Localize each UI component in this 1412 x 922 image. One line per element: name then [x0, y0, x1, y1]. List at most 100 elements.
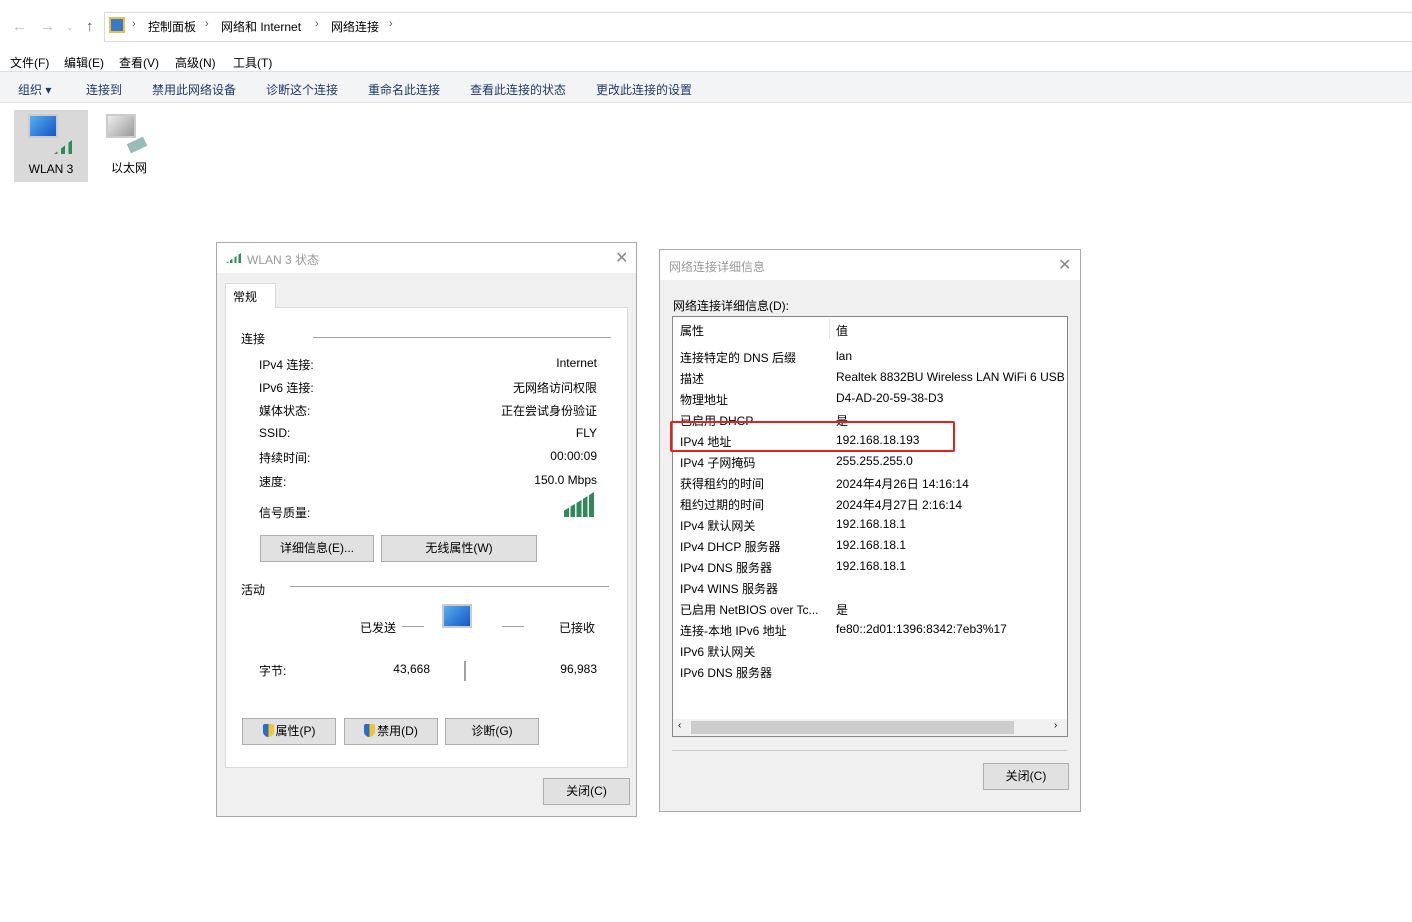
- connection-header: 连接: [241, 332, 266, 346]
- general-panel: 连接 IPv4 连接: Internet IPv6 连接: 无网络访问权限 媒体状态…: [225, 307, 628, 768]
- column-header-property[interactable]: 属性: [680, 322, 704, 339]
- signal-icon: [54, 140, 72, 154]
- column-header-value[interactable]: 值: [836, 322, 848, 339]
- property-value: fe80::2d01:1396:8342:7eb3%17: [836, 622, 1007, 636]
- menu-advanced[interactable]: 高级(N): [175, 54, 216, 71]
- received-label: 已接收: [559, 621, 596, 635]
- recent-dropdown-icon[interactable]: ⌄: [66, 22, 74, 33]
- menu-file[interactable]: 文件(F): [10, 54, 49, 71]
- property-name: IPv4 WINS 服务器: [680, 582, 779, 596]
- property-value: 2024年4月27日 2:16:14: [836, 498, 963, 512]
- list-item[interactable]: IPv4 子网掩码 255.255.255.0: [673, 451, 1067, 472]
- menu-tools[interactable]: 工具(T): [233, 54, 272, 71]
- property-value: 192.168.18.1: [836, 559, 907, 573]
- ethernet-cable-icon: [126, 136, 148, 154]
- list-item[interactable]: IPv6 默认网关: [673, 640, 1067, 661]
- bytes-received: 96,983: [560, 662, 597, 676]
- dialog-title: WLAN 3 状态: [247, 253, 320, 267]
- signal-quality-icon: [564, 492, 594, 517]
- tab-general[interactable]: 常规: [225, 283, 276, 308]
- details-close-button[interactable]: 关闭(C): [983, 763, 1069, 790]
- organize-button[interactable]: 组织 ▾: [18, 81, 51, 98]
- scrollbar-thumb[interactable]: [691, 721, 1014, 734]
- disable-button[interactable]: 禁用(D): [344, 718, 438, 745]
- list-item[interactable]: 描述 Realtek 8832BU Wireless LAN WiFi 6 USB…: [673, 367, 1068, 388]
- uac-shield-icon: [262, 724, 274, 737]
- menu-view[interactable]: 查看(V): [119, 54, 159, 71]
- property-value: 192.168.18.1: [836, 517, 907, 531]
- disable-device-button[interactable]: 禁用此网络设备: [152, 81, 236, 98]
- details-button[interactable]: 详细信息(E)...: [260, 535, 374, 562]
- property-name: 连接特定的 DNS 后缀: [680, 351, 797, 365]
- list-item[interactable]: IPv6 DNS 服务器: [673, 661, 1067, 682]
- change-settings-button[interactable]: 更改此连接的设置: [596, 81, 692, 98]
- property-name: IPv4 默认网关: [680, 519, 756, 533]
- uac-shield-icon: [364, 724, 376, 737]
- computer-icon: [106, 114, 136, 138]
- rename-button[interactable]: 重命名此连接: [368, 81, 440, 98]
- up-icon[interactable]: ↑: [86, 18, 94, 35]
- property-value: Realtek 8832BU Wireless LAN WiFi 6 USB N…: [836, 370, 1068, 384]
- horizontal-scrollbar[interactable]: ‹ ›: [673, 719, 1067, 736]
- wlan-status-dialog: WLAN 3 状态 ✕ 常规 连接 IPv4 连接: Internet IPv6 …: [216, 242, 637, 817]
- adapter-wlan3[interactable]: WLAN 3: [14, 110, 88, 182]
- list-header: 属性 值: [673, 317, 1067, 341]
- bytes-sent: 43,668: [393, 662, 430, 676]
- list-item[interactable]: 物理地址 D4-AD-20-59-38-D3: [673, 388, 1067, 409]
- wireless-properties-button[interactable]: 无线属性(W): [381, 535, 537, 562]
- tab-label: 常规: [233, 290, 258, 304]
- list-item[interactable]: IPv4 默认网关 192.168.18.1: [673, 514, 1067, 535]
- adapter-label: WLAN 3: [28, 162, 74, 176]
- property-name: IPv6 DNS 服务器: [680, 666, 773, 680]
- property-name: 租约过期的时间: [680, 498, 765, 512]
- ipv4-highlight-box: [670, 421, 955, 452]
- activity-header: 活动: [241, 583, 266, 597]
- list-item[interactable]: IPv4 WINS 服务器: [673, 577, 1067, 598]
- sent-label: 已发送: [360, 621, 397, 635]
- scroll-right-icon[interactable]: ›: [1054, 720, 1057, 731]
- menu-edit[interactable]: 编辑(E): [64, 54, 104, 71]
- computer-icon: [28, 114, 58, 138]
- breadcrumb-control-panel[interactable]: 控制面板: [148, 18, 196, 35]
- property-name: 已启用 NetBIOS over Tc...: [680, 603, 819, 617]
- breadcrumb-network-connections[interactable]: 网络连接: [331, 18, 379, 35]
- property-name: IPv4 DNS 服务器: [680, 561, 773, 575]
- list-item[interactable]: IPv4 DHCP 服务器 192.168.18.1: [673, 535, 1067, 556]
- property-value: 是: [836, 603, 849, 617]
- property-name: 获得租约的时间: [680, 477, 765, 491]
- property-name: IPv4 DHCP 服务器: [680, 540, 781, 554]
- list-item[interactable]: 已启用 NetBIOS over Tc... 是: [673, 598, 1067, 619]
- control-panel-icon: [109, 17, 125, 33]
- adapter-ethernet[interactable]: 以太网: [92, 110, 166, 182]
- list-item[interactable]: 获得租约的时间 2024年4月26日 14:16:14: [673, 472, 1067, 493]
- list-label: 网络连接详细信息(D):: [673, 299, 789, 313]
- property-value: 255.255.255.0: [836, 454, 913, 468]
- view-status-button[interactable]: 查看此连接的状态: [470, 81, 566, 98]
- list-item[interactable]: IPv4 DNS 服务器 192.168.18.1: [673, 556, 1067, 577]
- properties-button[interactable]: 属性(P): [242, 718, 336, 745]
- list-item[interactable]: 连接-本地 IPv6 地址 fe80::2d01:1396:8342:7eb3%1…: [673, 619, 1067, 640]
- network-computers-icon: [442, 604, 472, 628]
- breadcrumb-network-internet[interactable]: 网络和 Internet: [221, 18, 301, 35]
- back-icon[interactable]: ←: [12, 18, 27, 35]
- diagnose-button[interactable]: 诊断(G): [445, 718, 539, 745]
- list-item[interactable]: 租约过期的时间 2024年4月27日 2:16:14: [673, 493, 1067, 514]
- property-name: 物理地址: [680, 393, 729, 407]
- diagnose-button[interactable]: 诊断这个连接: [266, 81, 338, 98]
- command-bar: 组织 ▾ 连接到 禁用此网络设备 诊断这个连接 重命名此连接 查看此连接的状态 …: [0, 71, 1412, 103]
- scroll-left-icon[interactable]: ‹: [678, 720, 681, 731]
- details-list[interactable]: 属性 值 连接特定的 DNS 后缀 lan 描述 Realtek 8832BU Wir…: [672, 316, 1068, 737]
- property-value: 2024年4月26日 14:16:14: [836, 477, 969, 491]
- property-name: IPv6 默认网关: [680, 645, 756, 659]
- close-icon[interactable]: ✕: [1058, 255, 1071, 275]
- property-name: 连接-本地 IPv6 地址: [680, 624, 787, 638]
- list-item[interactable]: 连接特定的 DNS 后缀 lan: [673, 346, 1067, 367]
- close-icon[interactable]: ✕: [615, 248, 628, 268]
- close-button[interactable]: 关闭(C): [543, 778, 630, 805]
- bytes-label: 字节:: [259, 664, 287, 678]
- property-value: lan: [836, 349, 853, 363]
- connect-to-button[interactable]: 连接到: [86, 81, 122, 98]
- forward-icon[interactable]: →: [40, 18, 55, 35]
- title-bar: 网络连接详细信息 ✕: [660, 250, 1080, 280]
- property-name: 描述: [680, 372, 705, 386]
